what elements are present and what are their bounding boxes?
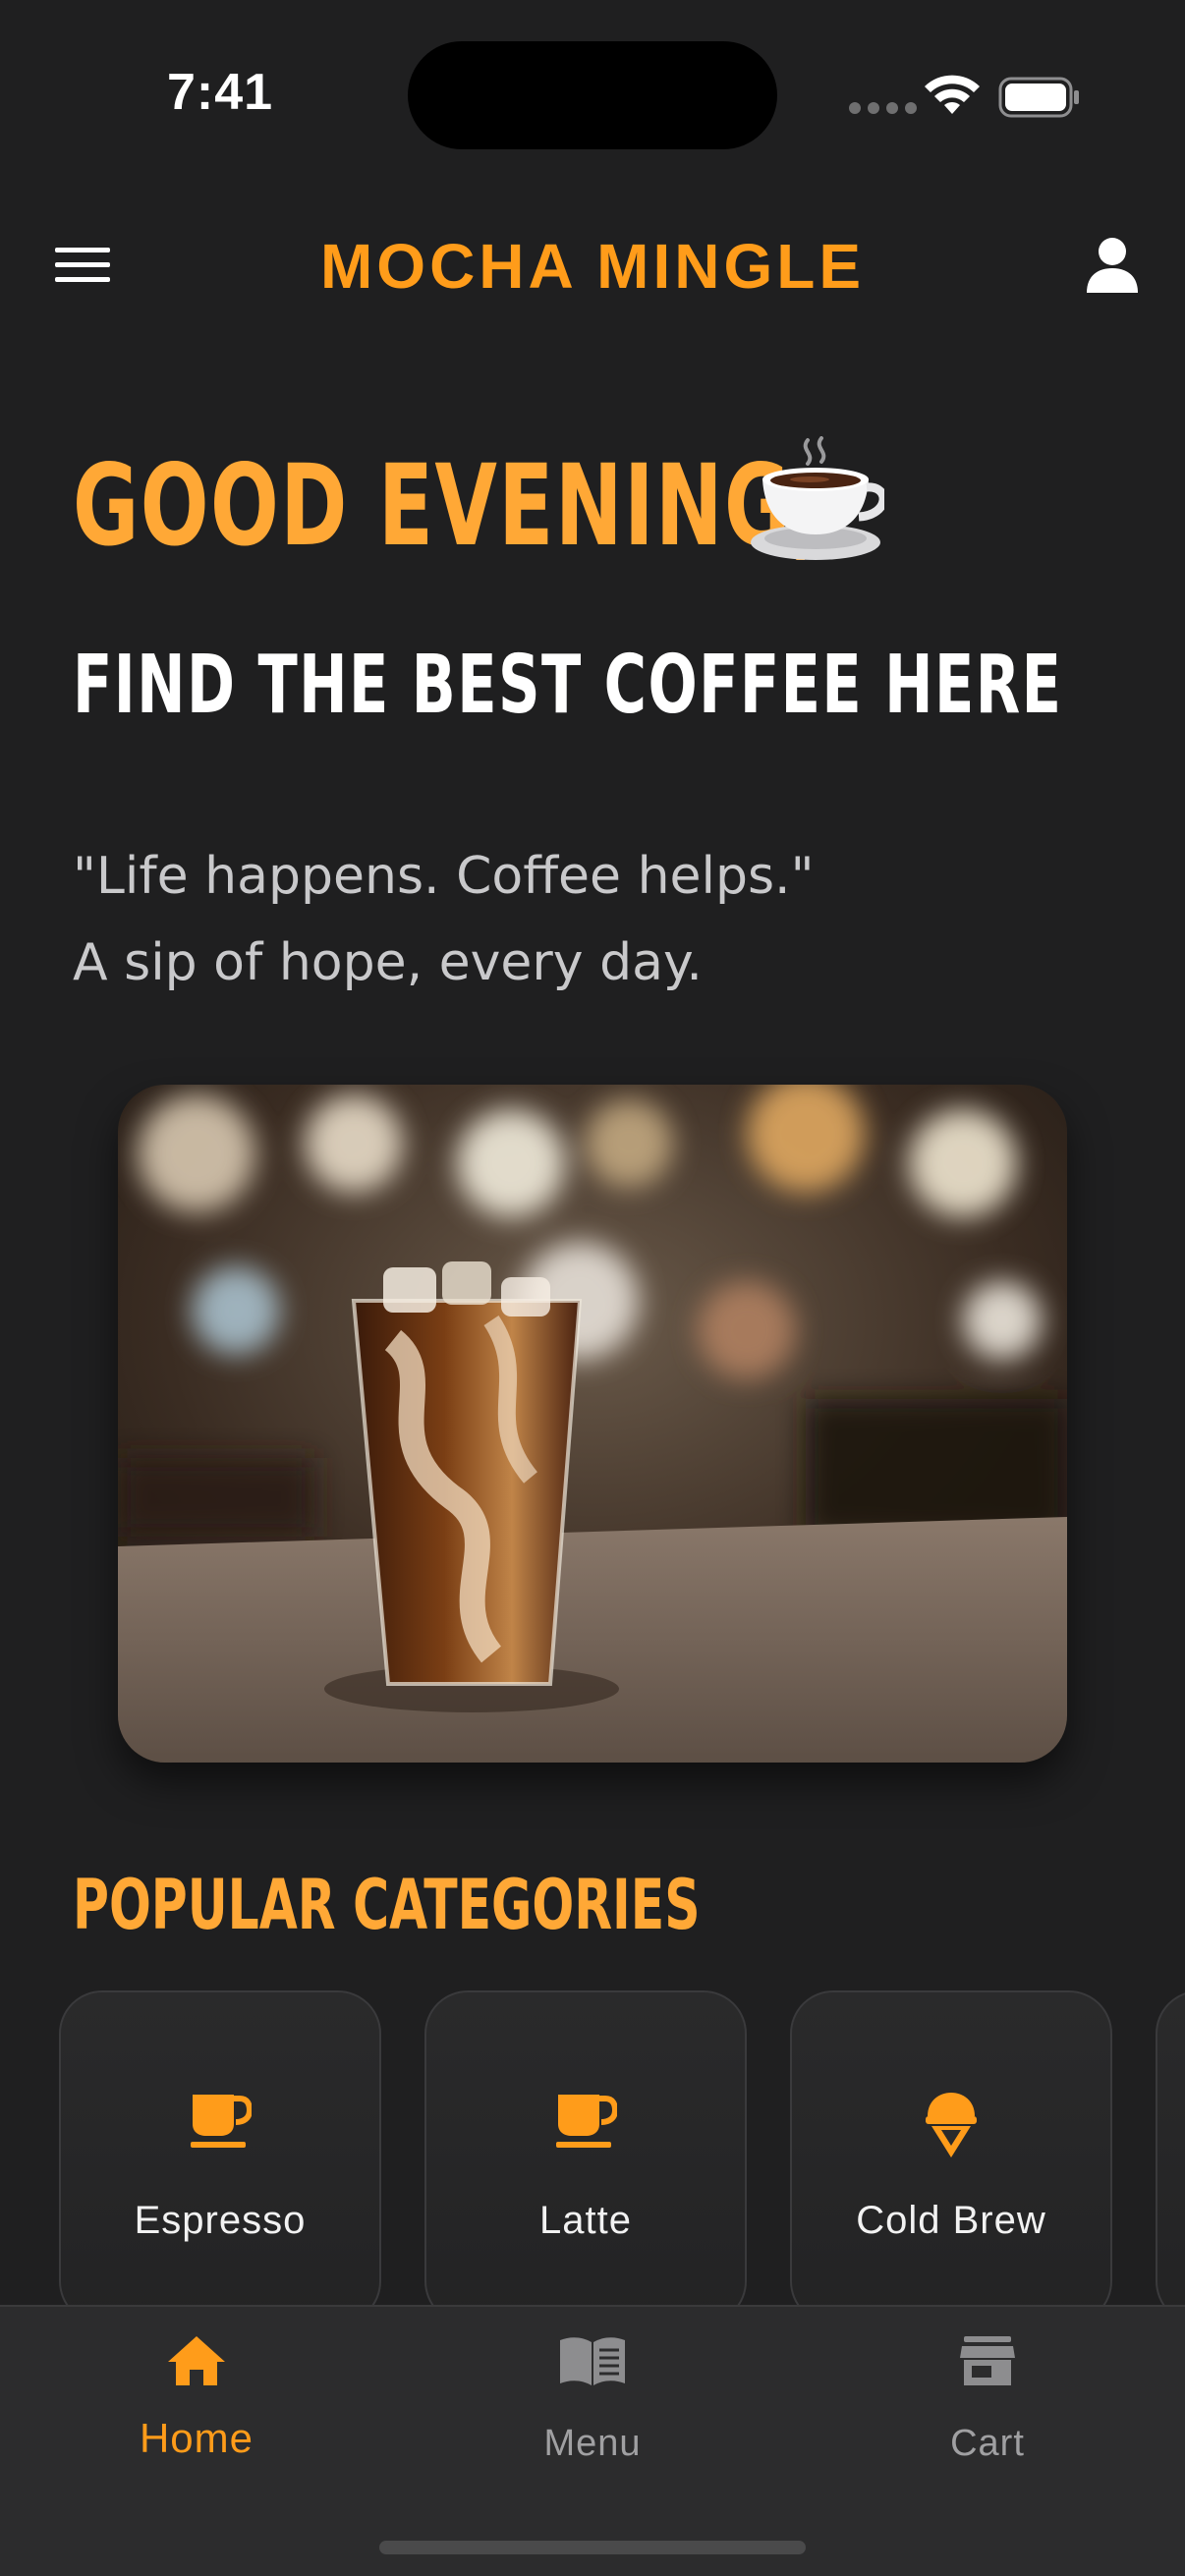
store-icon <box>840 2334 1135 2387</box>
nav-item-home[interactable]: Home <box>49 2307 344 2503</box>
hot-coffee-icon <box>751 436 884 560</box>
status-time: 7:41 <box>167 64 274 121</box>
coffee-cup-icon <box>61 2091 379 2150</box>
greeting-heading: GOOD EVENING, <box>73 440 824 571</box>
quote-line-2: A sip of hope, every day. <box>73 933 703 992</box>
category-card-espresso[interactable]: Espresso <box>59 1990 381 2324</box>
nav-label-cart: Cart <box>950 2423 1025 2464</box>
category-label: Latte <box>539 2199 632 2242</box>
home-screen: 7:41 MOCHA MINGLE GOOD EVENING, FIND THE… <box>0 0 1185 2576</box>
category-label: Espresso <box>134 2199 307 2242</box>
home-icon <box>49 2334 344 2387</box>
nav-label-menu: Menu <box>543 2423 642 2464</box>
category-card-cold-brew[interactable]: Cold Brew <box>790 1990 1112 2324</box>
app-title: MOCHA MINGLE <box>319 231 866 302</box>
bottom-navigation: Home Menu Cart <box>0 2305 1185 2576</box>
quote-text: "Life happens. Coffee helps." A sip of h… <box>73 833 815 1006</box>
user-profile-icon[interactable] <box>1085 236 1140 295</box>
category-label: Cold Brew <box>856 2199 1046 2242</box>
nav-item-cart[interactable]: Cart <box>840 2307 1135 2503</box>
section-title: POPULAR CATEGORIES <box>73 1865 701 1945</box>
nav-label-home: Home <box>139 2415 254 2461</box>
home-indicator <box>379 2541 806 2554</box>
wifi-icon <box>925 75 980 114</box>
nav-item-menu[interactable]: Menu <box>445 2307 740 2503</box>
dynamic-island <box>408 41 777 149</box>
category-card-partial[interactable] <box>1156 1990 1185 2324</box>
iced-coffee-hero-image <box>118 1085 1067 1763</box>
cellular-signal-icon <box>849 102 917 114</box>
subheading: FIND THE BEST COFFEE HERE <box>73 639 1063 732</box>
quote-line-1: "Life happens. Coffee helps." <box>73 847 815 906</box>
coffee-cup-icon <box>426 2091 745 2150</box>
book-icon <box>445 2334 740 2387</box>
battery-icon <box>998 77 1079 118</box>
category-card-latte[interactable]: Latte <box>424 1990 747 2324</box>
ice-cream-icon <box>792 2091 1110 2159</box>
